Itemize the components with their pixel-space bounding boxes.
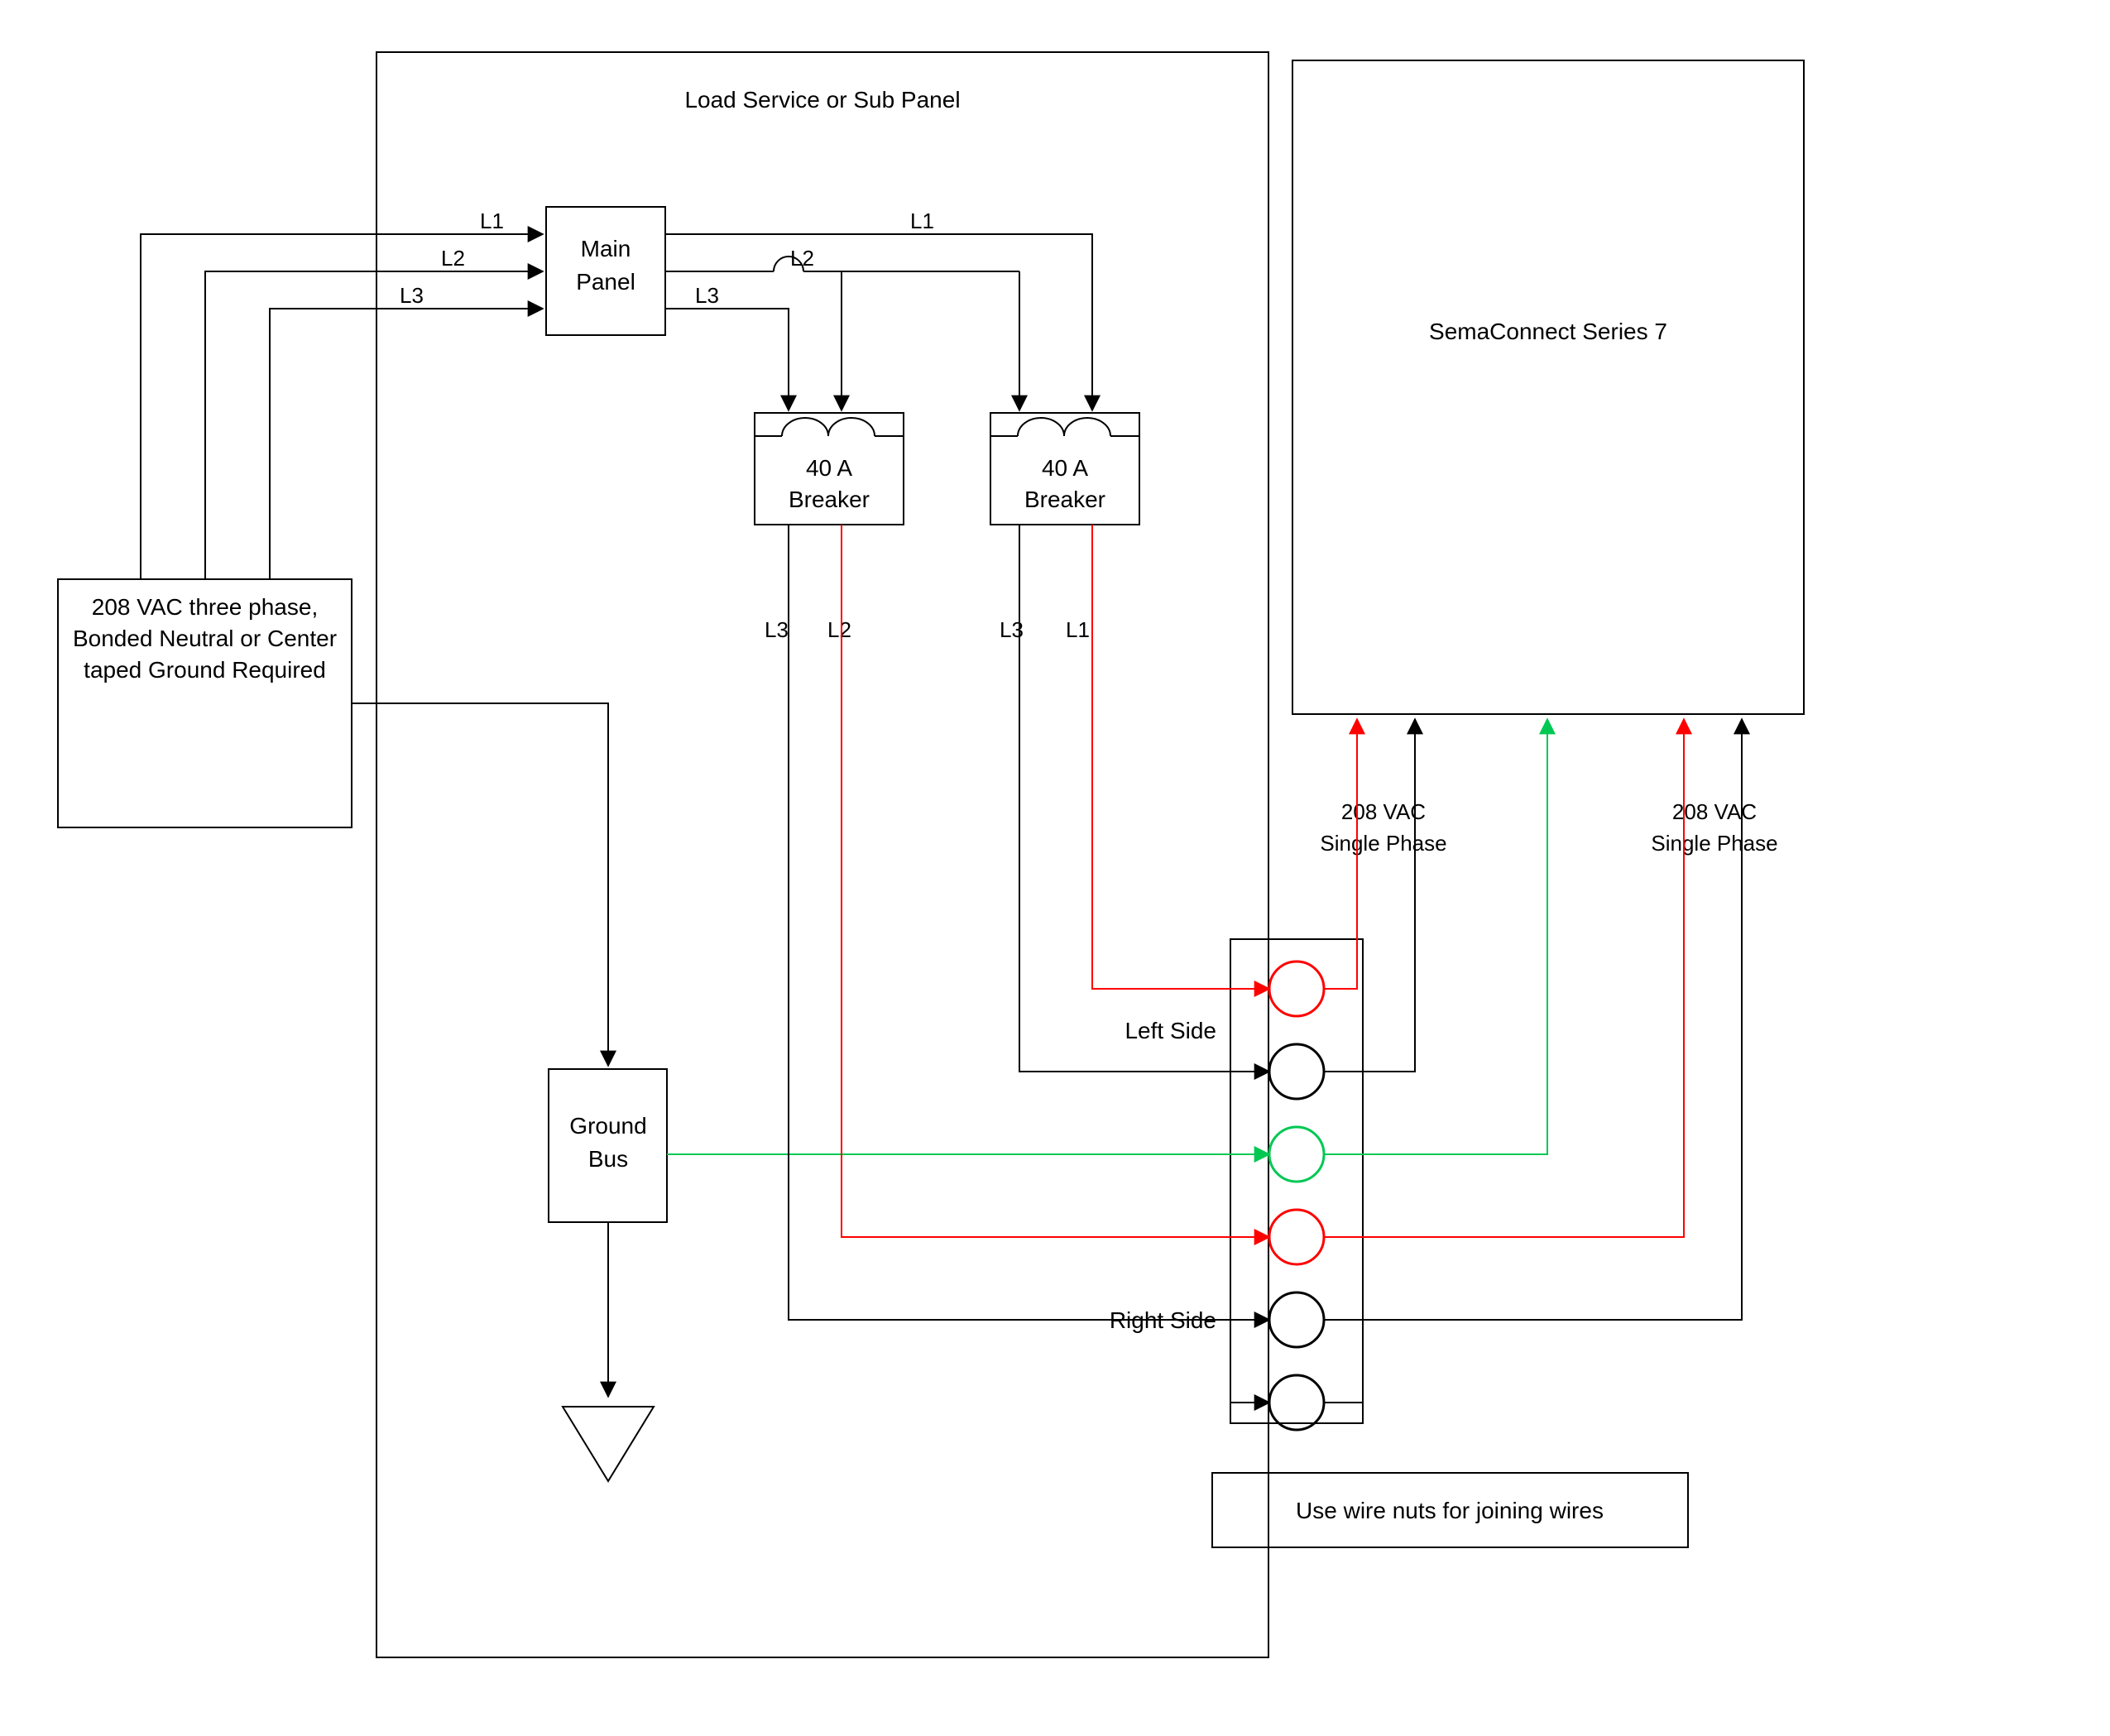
terminal-5-black — [1269, 1292, 1324, 1347]
source-box-label: 208 VAC three phase, Bonded Neutral or C… — [66, 592, 343, 685]
wire-source-L3 — [270, 309, 543, 579]
wire-source-L2 — [205, 271, 543, 579]
terminal-6-black — [1269, 1375, 1324, 1430]
phase-right-l1: 208 VAC — [1672, 799, 1757, 824]
label-L3-mid: L3 — [695, 283, 719, 308]
panel-title: Load Service or Sub Panel — [684, 87, 960, 113]
breaker-2-line1: 40 A — [1042, 455, 1088, 481]
breaker-1-line2: Breaker — [789, 487, 870, 512]
label-L1-in: L1 — [480, 209, 504, 233]
label-L1-mid: L1 — [910, 209, 934, 233]
wiring-diagram: Load Service or Sub Panel 208 VAC three … — [0, 0, 2110, 1736]
load-service-panel-box — [376, 52, 1268, 1657]
main-panel-label-2: Panel — [576, 269, 635, 295]
sema-box — [1292, 60, 1804, 714]
wire-term4-sema — [1324, 719, 1684, 1237]
ground-bus-l1: Ground — [569, 1113, 646, 1139]
label-b1-L3: L3 — [765, 617, 789, 642]
main-panel-label-1: Main — [581, 236, 631, 261]
phase-left-l2: Single Phase — [1320, 831, 1446, 856]
wire-b2-L1-term1 — [1092, 525, 1269, 989]
wire-nut-label: Use wire nuts for joining wires — [1296, 1498, 1604, 1523]
breaker-1-line1: 40 A — [806, 455, 852, 481]
label-L2-mid: L2 — [790, 246, 814, 271]
label-b1-L2: L2 — [827, 617, 851, 642]
label-b2-L1: L1 — [1066, 617, 1090, 642]
phase-left-l1: 208 VAC — [1341, 799, 1426, 824]
terminal-2-black — [1269, 1044, 1324, 1099]
terminal-4-red — [1269, 1210, 1324, 1264]
wire-mp-L1 — [665, 234, 1092, 410]
left-side-label: Left Side — [1125, 1018, 1216, 1043]
terminal-3-green — [1269, 1127, 1324, 1182]
label-L3-in: L3 — [400, 283, 424, 308]
wire-mp-L3 — [665, 309, 789, 410]
terminal-inner — [1266, 947, 1357, 1419]
sema-title: SemaConnect Series 7 — [1429, 319, 1667, 344]
ground-symbol-icon — [563, 1407, 654, 1481]
terminal-1-red — [1269, 962, 1324, 1016]
wire-term2-sema — [1324, 719, 1415, 1072]
label-L2-in: L2 — [441, 246, 465, 271]
phase-right-l2: Single Phase — [1651, 831, 1777, 856]
wire-source-L1 — [141, 234, 543, 579]
ground-bus-l2: Bus — [588, 1146, 628, 1172]
wire-b1-L3-term5 — [789, 525, 1269, 1320]
wire-source-ground — [352, 703, 608, 1066]
breaker-2-line2: Breaker — [1024, 487, 1105, 512]
wire-b1-L2-term4 — [842, 525, 1269, 1237]
